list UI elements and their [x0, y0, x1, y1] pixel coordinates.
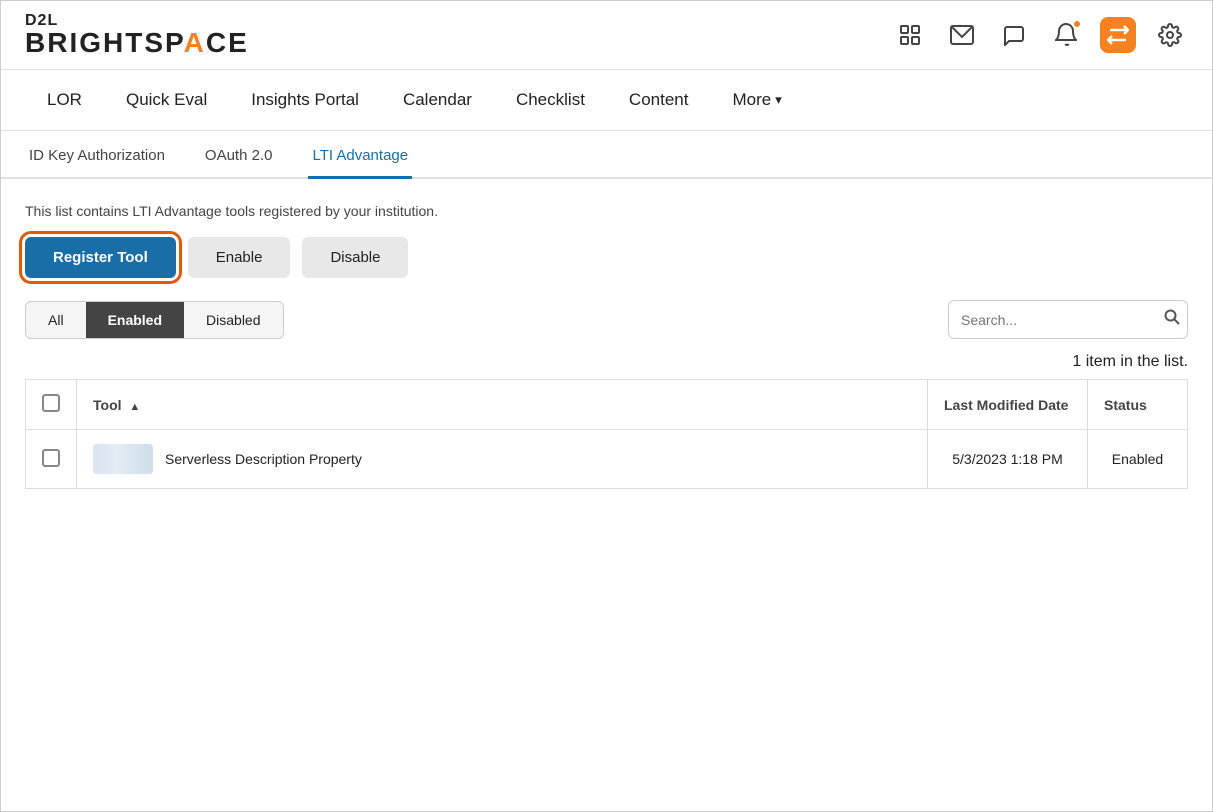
filter-disabled[interactable]: Disabled	[184, 302, 282, 338]
table-row: Serverless Description Property 5/3/2023…	[26, 430, 1188, 489]
table-header-checkbox	[26, 380, 77, 430]
nav-item-more[interactable]: More ▾	[710, 70, 803, 130]
tabs-bar: ID Key Authorization OAuth 2.0 LTI Advan…	[1, 131, 1212, 179]
search-button[interactable]	[1154, 301, 1188, 338]
row-date-cell: 5/3/2023 1:18 PM	[928, 430, 1088, 489]
filter-all[interactable]: All	[26, 302, 86, 338]
logo-brightspace: BRIGHTSPACE	[25, 29, 249, 57]
tab-oauth[interactable]: OAuth 2.0	[201, 131, 277, 179]
content-area: This list contains LTI Advantage tools r…	[1, 179, 1212, 811]
tool-name: Serverless Description Property	[165, 451, 362, 467]
enable-button[interactable]: Enable	[188, 237, 291, 278]
table-header-date[interactable]: Last Modified Date	[928, 380, 1088, 430]
nav-item-content[interactable]: Content	[607, 70, 711, 130]
sort-arrow-icon: ▲	[129, 401, 140, 413]
filter-search-row: All Enabled Disabled	[25, 300, 1188, 339]
swap-icon[interactable]	[1100, 17, 1136, 53]
nav-item-lor[interactable]: LOR	[25, 70, 104, 130]
disable-button[interactable]: Disable	[302, 237, 408, 278]
row-tool-cell: Serverless Description Property	[77, 430, 928, 489]
search-input[interactable]	[949, 303, 1154, 337]
table-header-status[interactable]: Status	[1088, 380, 1188, 430]
row-status-cell: Enabled	[1088, 430, 1188, 489]
row-checkbox[interactable]	[42, 449, 60, 467]
action-buttons: Register Tool Enable Disable	[25, 237, 1188, 278]
nav-item-calendar[interactable]: Calendar	[381, 70, 494, 130]
row-checkbox-cell	[26, 430, 77, 489]
tab-ltiadvantage[interactable]: LTI Advantage	[308, 131, 412, 179]
nav-bar: LOR Quick Eval Insights Portal Calendar …	[1, 70, 1212, 131]
item-count: 1 item in the list.	[25, 353, 1188, 371]
register-tool-button[interactable]: Register Tool	[25, 237, 176, 278]
header-checkbox[interactable]	[42, 394, 60, 412]
notification-dot	[1072, 19, 1082, 29]
bell-icon[interactable]	[1048, 17, 1084, 53]
filter-enabled[interactable]: Enabled	[86, 302, 184, 338]
nav-item-quickeval[interactable]: Quick Eval	[104, 70, 229, 130]
app-screen: D2L BRIGHTSPACE	[0, 0, 1213, 812]
logo: D2L BRIGHTSPACE	[25, 13, 249, 57]
chevron-down-icon: ▾	[775, 92, 782, 108]
settings-icon[interactable]	[1152, 17, 1188, 53]
tool-info: Serverless Description Property	[93, 444, 911, 474]
search-box	[948, 300, 1188, 339]
grid-icon[interactable]	[892, 17, 928, 53]
mail-icon[interactable]	[944, 17, 980, 53]
description-text: This list contains LTI Advantage tools r…	[25, 203, 1188, 219]
filter-tabs: All Enabled Disabled	[25, 301, 284, 339]
nav-item-insightsportal[interactable]: Insights Portal	[229, 70, 381, 130]
data-table: Tool ▲ Last Modified Date Status	[25, 379, 1188, 489]
table-header-tool[interactable]: Tool ▲	[77, 380, 928, 430]
chat-icon[interactable]	[996, 17, 1032, 53]
header: D2L BRIGHTSPACE	[1, 1, 1212, 70]
tab-idkey[interactable]: ID Key Authorization	[25, 131, 169, 179]
tool-thumbnail-image	[93, 444, 153, 474]
nav-item-checklist[interactable]: Checklist	[494, 70, 607, 130]
header-icons	[892, 17, 1188, 53]
